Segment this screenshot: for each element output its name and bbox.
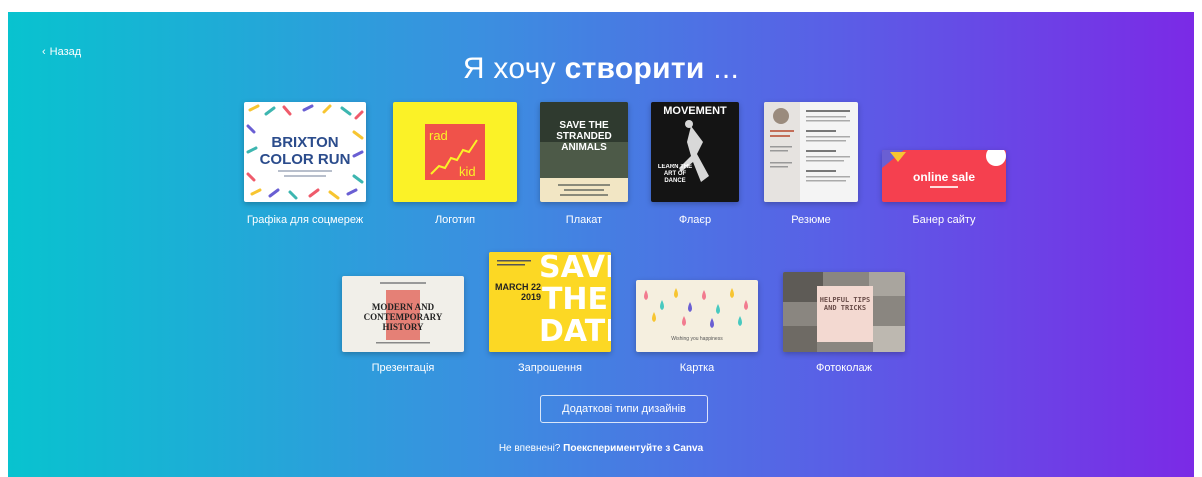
title-prefix: Я хочу — [462, 52, 556, 85]
design-label-banner: Банер сайту — [912, 214, 976, 226]
social-thumb-line2: COLOR RUN — [260, 151, 351, 168]
flyer-thumb-sub: LEARN THE ART OF DANCE — [657, 164, 693, 184]
invitation-thumb-date: MARCH 22 2019 — [494, 282, 541, 302]
flyer-art: MOVEMENT LEARN THE ART OF DANCE — [657, 105, 727, 184]
card-thumbnail[interactable]: Wishing you happiness — [636, 280, 758, 352]
invitation-thumbnail[interactable]: SAVE THE DATE MARCH 22 2019 — [489, 252, 611, 352]
poster-thumb-text: SAVE THE STRANDED ANIMALS — [556, 120, 612, 153]
design-label-collage: Фотоколаж — [816, 362, 872, 374]
design-label-card: Картка — [679, 362, 715, 374]
logo-thumb-top: rad — [429, 128, 448, 143]
collage-art: HELPFUL TIPS AND TRICKS — [783, 272, 905, 352]
invitation-art: SAVE THE DATE MARCH 22 2019 — [489, 252, 611, 352]
social-thumb-line1: BRIXTON — [271, 134, 338, 151]
collage-thumb-text: HELPFUL TIPS AND TRICKS — [819, 296, 871, 312]
card-thumb-text: Wishing you happiness — [671, 336, 723, 342]
logo-thumbnail[interactable]: rad kid — [393, 102, 517, 202]
poster-thumbnail[interactable]: SAVE THE STRANDED ANIMALS — [540, 102, 628, 202]
presentation-thumb-text: MODERN AND CONTEMPORARY HISTORY — [363, 302, 443, 332]
card-art: Wishing you happiness — [644, 288, 748, 342]
experiment-link[interactable]: Поекспериментуйте з Canva — [563, 443, 703, 454]
resume-thumbnail[interactable] — [764, 102, 858, 202]
presentation-thumbnail[interactable]: MODERN AND CONTEMPORARY HISTORY — [342, 276, 464, 352]
resume-art — [764, 102, 850, 202]
poster-art: SAVE THE STRANDED ANIMALS — [540, 102, 628, 202]
invitation-thumb-big: SAVE THE DATE — [539, 252, 611, 349]
more-design-types-button[interactable]: Додаткові типи дизайнів — [540, 395, 708, 423]
presentation-art: MODERN AND CONTEMPORARY HISTORY — [363, 282, 443, 344]
social-graphic-thumbnail[interactable]: BRIXTON COLOR RUN — [244, 102, 366, 202]
design-label-presentation: Презентація — [371, 362, 435, 374]
title-bold: створити — [564, 52, 705, 85]
confetti-pattern: BRIXTON COLOR RUN — [246, 104, 364, 200]
title-suffix: ... — [713, 52, 740, 85]
design-label-invitation: Запрошення — [517, 362, 582, 374]
design-label-social: Графіка для соцмереж — [246, 214, 364, 226]
logo-thumb-bottom: kid — [459, 164, 476, 179]
flyer-thumbnail[interactable]: MOVEMENT LEARN THE ART OF DANCE — [651, 102, 739, 202]
flyer-thumb-head: MOVEMENT — [663, 105, 727, 117]
banner-thumb-text: online sale — [913, 170, 975, 184]
footer-prompt: Не впевнені? Поекспериментуйте з Canva — [8, 443, 1194, 454]
footer-question: Не впевнені? — [498, 443, 561, 454]
banner-thumbnail[interactable]: online sale — [882, 150, 1006, 202]
page-title: Я хочу створити ... — [8, 52, 1194, 86]
banner-art: online sale — [882, 150, 1006, 188]
collage-thumbnail[interactable]: HELPFUL TIPS AND TRICKS — [783, 272, 905, 352]
logo-art: rad kid — [425, 124, 485, 180]
hero-panel: ‹ Назад Я хочу створити ... BRIXTON COLO… — [8, 12, 1194, 477]
